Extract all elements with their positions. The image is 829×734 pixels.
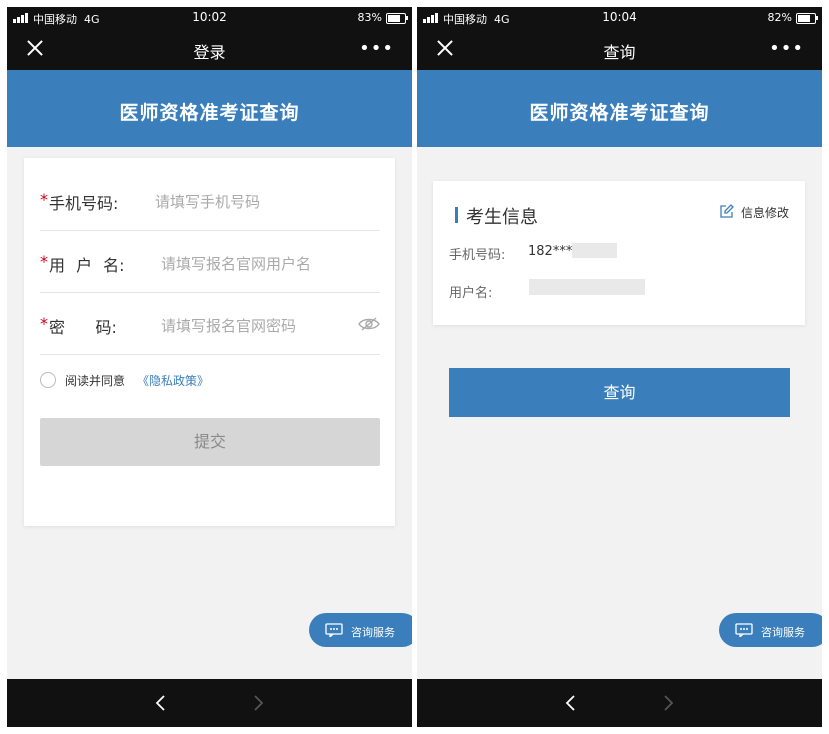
phone-field[interactable]: * 手机号码: 请填写手机号码: [40, 168, 380, 231]
username-field[interactable]: * 用 户 名: 请填写报名官网用户名: [40, 230, 380, 293]
battery-icon: [796, 13, 818, 24]
phone-label: 手机号码:: [449, 248, 506, 263]
agree-radio[interactable]: [40, 372, 56, 388]
candidate-info-card: 考生信息 信息修改 手机号码: 182*** 用户名:: [433, 181, 805, 325]
banner-title: 医师资格准考证查询: [529, 102, 710, 124]
chat-icon: [325, 623, 343, 637]
consult-service-button[interactable]: 咨询服务: [719, 613, 822, 647]
redaction-mask: [572, 243, 617, 258]
username-label: 用 户 名:: [49, 256, 125, 275]
more-icon[interactable]: •••: [359, 38, 394, 59]
back-icon[interactable]: [154, 694, 166, 712]
status-bar: 中国移动 4G 10:02 83%: [7, 7, 412, 29]
login-screen: 中国移动 4G 10:02 83% 登录 ••• 医师资格准考证查询 * 手机号…: [7, 7, 412, 727]
forward-icon[interactable]: [663, 694, 675, 712]
banner-title: 医师资格准考证查询: [119, 102, 300, 124]
back-icon[interactable]: [564, 694, 576, 712]
password-label: 密 码:: [49, 318, 117, 337]
battery-percent: 83%: [357, 11, 382, 24]
consult-service-button[interactable]: 咨询服务: [309, 613, 412, 647]
more-icon[interactable]: •••: [769, 38, 804, 59]
edit-info-link[interactable]: 信息修改: [720, 204, 789, 221]
clock: 10:04: [602, 10, 637, 24]
status-bar: 中国移动 4G 10:04 82%: [417, 7, 822, 29]
forward-icon[interactable]: [253, 694, 265, 712]
eye-off-icon[interactable]: [358, 316, 380, 332]
agree-text: 阅读并同意: [65, 374, 126, 388]
section-title: 考生信息: [466, 207, 538, 228]
required-mark: *: [40, 190, 48, 209]
required-mark: *: [40, 252, 48, 271]
service-label: 咨询服务: [761, 626, 805, 639]
required-mark: *: [40, 314, 48, 333]
edit-label: 信息修改: [740, 206, 789, 220]
password-input[interactable]: 请填写报名官网密码: [161, 315, 296, 336]
nav-title: 查询: [603, 43, 636, 62]
nav-bar: 登录 •••: [7, 29, 412, 70]
phone-value: 182***: [528, 244, 573, 259]
service-label: 咨询服务: [351, 626, 395, 639]
clock: 10:02: [192, 10, 227, 24]
battery-percent: 82%: [767, 11, 792, 24]
privacy-policy-link[interactable]: 《隐私政策》: [137, 372, 209, 389]
query-screen: 中国移动 4G 10:04 82% 查询 ••• 医师资格准考证查询 考生信息 …: [417, 7, 822, 727]
section-marker: [455, 207, 458, 223]
login-form: * 手机号码: 请填写手机号码 * 用 户 名: 请填写报名官网用户名 * 密 …: [24, 158, 395, 526]
query-button[interactable]: 查询: [449, 368, 790, 417]
nav-bar: 查询 •••: [417, 29, 822, 70]
redaction-mask: [529, 279, 645, 295]
username-label: 用户名:: [449, 286, 493, 301]
submit-button[interactable]: 提交: [40, 418, 380, 466]
phone-input[interactable]: 请填写手机号码: [155, 191, 260, 212]
banner: 医师资格准考证查询: [417, 70, 822, 147]
password-field[interactable]: * 密 码: 请填写报名官网密码: [40, 292, 380, 355]
edit-icon: [720, 204, 734, 218]
browser-toolbar: [7, 679, 412, 727]
battery-icon: [386, 13, 408, 24]
browser-toolbar: [417, 679, 822, 727]
nav-title: 登录: [193, 43, 226, 62]
username-input[interactable]: 请填写报名官网用户名: [161, 253, 311, 274]
chat-icon: [735, 623, 753, 637]
banner: 医师资格准考证查询: [7, 70, 412, 147]
phone-label: 手机号码:: [49, 194, 119, 213]
